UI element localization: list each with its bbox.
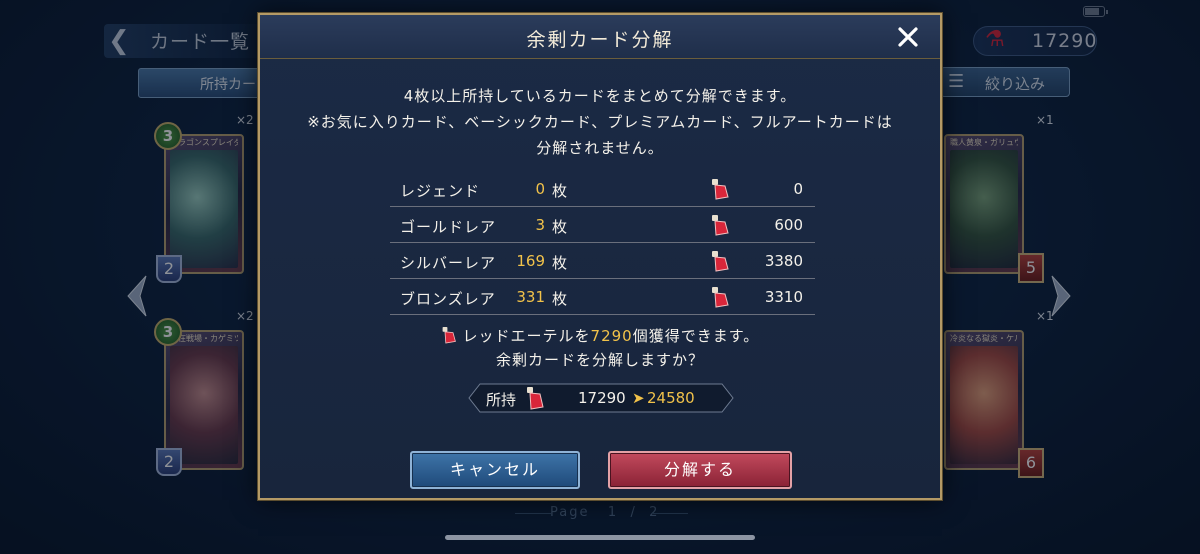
rarity-ether-value: 0 — [793, 180, 803, 198]
description-line-3: 分解されません。 — [536, 139, 664, 157]
cancel-button[interactable]: キャンセル — [410, 451, 580, 489]
result-amount: 7290 — [590, 327, 633, 345]
rarity-name: レジェンド — [400, 182, 481, 200]
rarity-unit: 枚 — [552, 254, 568, 272]
rarity-name: ブロンズレア — [400, 290, 496, 308]
description-line-2: ※お気に入りカード、ベーシックカード、プレミアムカード、フルアートカードは — [307, 113, 893, 131]
rarity-ether-value: 3310 — [764, 288, 803, 306]
dismantle-button[interactable]: 分解する — [608, 451, 792, 489]
dismantle-dialog: 余剰カード分解 4枚以上所持しているカードをまとめて分解できます。 ※お気に入り… — [258, 13, 942, 500]
rarity-count: 3 — [535, 216, 545, 234]
rarity-table: レジェンド 0 枚 0 ゴールドレア 3 枚 600 シルバーレア 169 枚 … — [390, 171, 815, 315]
rarity-count: 331 — [516, 288, 545, 306]
rarity-ether-value: 3380 — [764, 252, 803, 270]
arrow-right-icon: ➤ — [632, 389, 645, 407]
result-prefix: レッドエーテルを — [462, 327, 591, 345]
owned-label: 所持 — [486, 391, 517, 409]
red-ether-icon — [712, 287, 729, 308]
close-icon[interactable] — [894, 23, 922, 51]
rarity-row-bronze: ブロンズレア 331 枚 3310 — [390, 279, 815, 315]
red-ether-icon — [712, 179, 729, 200]
rarity-ether-value: 600 — [774, 216, 803, 234]
rarity-row-gold: ゴールドレア 3 枚 600 — [390, 207, 815, 243]
rarity-row-silver: シルバーレア 169 枚 3380 — [390, 243, 815, 279]
rarity-name: シルバーレア — [400, 254, 497, 272]
red-ether-icon — [527, 387, 544, 410]
rarity-unit: 枚 — [552, 218, 568, 236]
home-indicator[interactable] — [445, 535, 755, 540]
red-ether-icon — [442, 327, 456, 344]
result-suffix: 個獲得できます。 — [632, 327, 760, 345]
rarity-row-legend: レジェンド 0 枚 0 — [390, 171, 815, 207]
owned-after: 24580 — [647, 389, 695, 407]
rarity-name: ゴールドレア — [400, 218, 497, 236]
dialog-header: 余剰カード分解 — [260, 15, 940, 59]
result-line: レッドエーテルを7290個獲得できます。 — [260, 325, 940, 346]
rarity-unit: 枚 — [552, 290, 568, 308]
description-line-1: 4枚以上所持しているカードをまとめて分解できます。 — [403, 87, 797, 105]
confirm-question: 余剰カードを分解しますか？ — [495, 351, 704, 369]
red-ether-icon — [712, 251, 729, 272]
owned-before: 17290 — [578, 389, 626, 407]
rarity-count: 169 — [516, 252, 545, 270]
red-ether-icon — [712, 215, 729, 236]
rarity-count: 0 — [535, 180, 545, 198]
dialog-title: 余剰カード分解 — [526, 29, 674, 51]
rarity-unit: 枚 — [552, 182, 568, 200]
